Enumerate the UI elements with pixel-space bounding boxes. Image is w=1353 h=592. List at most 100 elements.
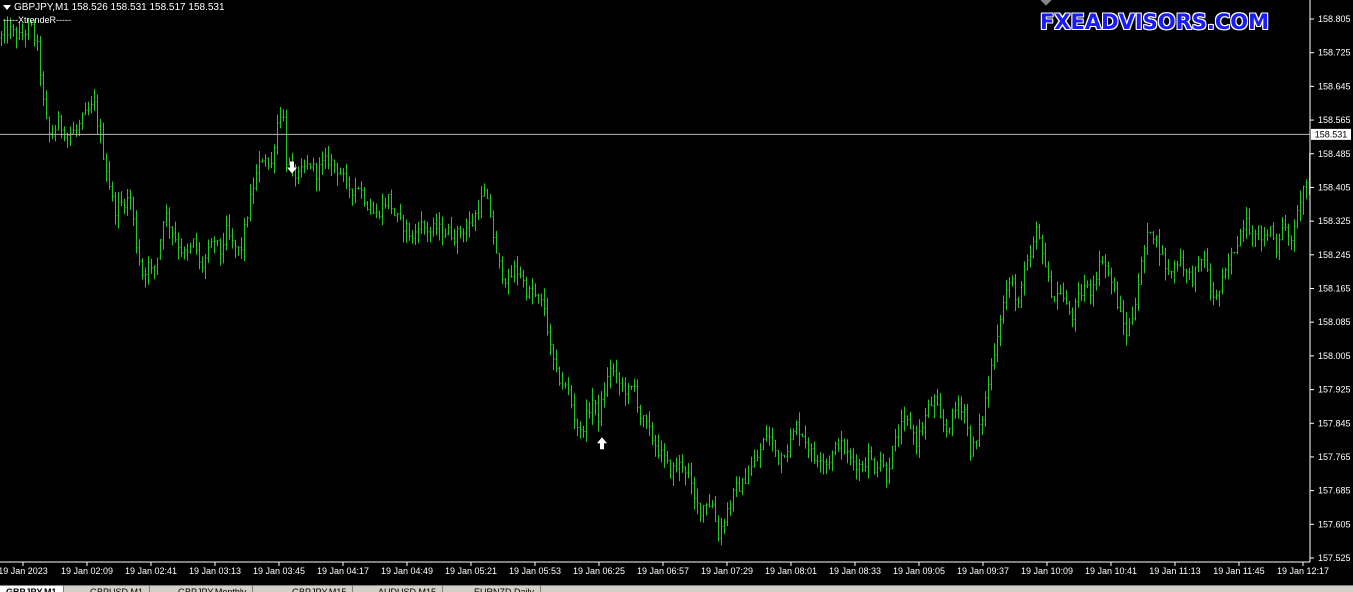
ohlc-bar xyxy=(1230,247,1233,275)
time-tick-label: 19 Jan 02:41 xyxy=(125,566,177,576)
ohlc-bar xyxy=(441,216,444,246)
chart-menu-triangle-icon[interactable] xyxy=(3,4,11,10)
ohlc-bar xyxy=(78,119,81,137)
ohlc-bar xyxy=(603,382,606,408)
ohlc-bar xyxy=(645,414,648,430)
ohlc-bar xyxy=(822,453,825,475)
ohlc-bar xyxy=(867,443,870,479)
ohlc-bar xyxy=(1092,275,1095,307)
price-tick-label: 158.725 xyxy=(1318,48,1351,58)
ohlc-bar xyxy=(855,454,858,480)
ohlc-bar xyxy=(690,462,693,495)
chart-tab[interactable]: AUDUSD,M15 xyxy=(372,586,444,592)
ohlc-bar xyxy=(60,114,63,139)
ohlc-bar xyxy=(123,198,126,215)
ohlc-bar xyxy=(1089,279,1092,305)
ohlc-bar xyxy=(207,239,210,263)
ohlc-bar xyxy=(1152,231,1155,245)
ohlc-bar xyxy=(369,198,372,215)
ohlc-bar xyxy=(1068,300,1071,315)
ohlc-bar xyxy=(588,402,591,419)
ohlc-bar xyxy=(1050,270,1053,298)
ohlc-bar xyxy=(786,444,789,463)
ohlc-bar xyxy=(1212,281,1215,306)
ohlc-bar xyxy=(1146,222,1149,256)
ohlc-bar xyxy=(186,243,189,261)
ohlc-bar xyxy=(300,158,303,178)
ohlc-bar xyxy=(492,210,495,245)
chart-tab[interactable]: GBPJPY,M15 xyxy=(286,586,354,592)
ohlc-bar xyxy=(81,112,84,131)
ohlc-bar xyxy=(198,242,201,270)
ohlc-bar xyxy=(1047,261,1050,282)
ohlc-bar xyxy=(1131,306,1134,326)
ohlc-bar xyxy=(573,393,576,430)
ohlc-bar xyxy=(381,193,384,226)
chart-tab[interactable]: GBPUSD,M1 xyxy=(84,586,151,592)
ohlc-bar xyxy=(1179,248,1182,267)
ohlc-bar xyxy=(456,226,459,255)
chart-tab[interactable]: GBPJPY,Monthly xyxy=(172,586,254,592)
ohlc-bar xyxy=(1275,233,1278,259)
chart-tab[interactable]: EURNZD,Daily xyxy=(468,586,542,592)
ohlc-bar xyxy=(717,515,720,542)
ohlc-bar xyxy=(1065,289,1068,305)
ohlc-bar xyxy=(594,399,597,416)
chart-tab[interactable]: GBPJPY,M1 xyxy=(0,586,64,592)
ohlc-bar xyxy=(1035,221,1038,250)
ohlc-bar xyxy=(1281,217,1284,241)
ohlc-bar xyxy=(72,121,75,134)
ohlc-bar xyxy=(1005,279,1008,311)
ohlc-bar xyxy=(921,421,924,436)
ohlc-bar xyxy=(1128,317,1131,337)
ohlc-bar xyxy=(159,238,162,260)
ohlc-bar xyxy=(90,95,93,114)
ohlc-bar xyxy=(1083,274,1086,302)
ohlc-bar xyxy=(873,457,876,475)
ohlc-bar xyxy=(1164,247,1167,281)
ohlc-bar xyxy=(483,183,486,197)
ohlc-bar xyxy=(636,379,639,413)
ohlc-bar xyxy=(864,457,867,472)
price-chart[interactable]: 158.805 158.725 158.645 158.565 158.485 158.4… xyxy=(0,0,1353,585)
ohlc-bar xyxy=(84,102,87,116)
ohlc-bar xyxy=(1293,219,1296,252)
ohlc-bar xyxy=(417,222,420,244)
ohlc-bar xyxy=(1104,253,1107,279)
ohlc-bar xyxy=(366,200,369,211)
ohlc-bar xyxy=(0,31,3,46)
ohlc-bar xyxy=(150,258,153,274)
ohlc-bar xyxy=(669,459,672,479)
ohlc-bar xyxy=(468,211,471,238)
ohlc-bar xyxy=(783,454,786,458)
ohlc-bar xyxy=(1038,224,1041,240)
ohlc-bar xyxy=(1182,250,1185,277)
ohlc-bar xyxy=(222,232,225,264)
price-tick-label: 157.685 xyxy=(1318,486,1351,496)
ohlc-bar xyxy=(66,132,69,149)
ohlc-bar xyxy=(744,467,747,485)
ohlc-bar xyxy=(765,425,768,442)
time-tick-label: 19 Jan 04:17 xyxy=(317,566,369,576)
ohlc-bar xyxy=(597,394,600,432)
ohlc-bar xyxy=(132,196,135,227)
ohlc-bar xyxy=(315,162,318,192)
ohlc-bar xyxy=(963,404,966,424)
ohlc-bar xyxy=(882,453,885,468)
ohlc-bar xyxy=(243,217,246,261)
price-tick-label: 157.525 xyxy=(1318,553,1351,563)
ohlc-bar xyxy=(558,366,561,386)
ohlc-bar xyxy=(987,376,990,408)
price-tick-label: 158.325 xyxy=(1318,216,1351,226)
ohlc-bar xyxy=(138,239,141,266)
ohlc-bar xyxy=(36,34,39,51)
ohlc-bar xyxy=(228,214,231,240)
ohlc-bar xyxy=(201,256,204,273)
ohlc-bar xyxy=(840,430,843,460)
ohlc-bar xyxy=(825,458,828,475)
ohlc-bar xyxy=(120,191,123,207)
svg-text:158.531: 158.531 xyxy=(1315,129,1348,139)
ohlc-bar xyxy=(372,201,375,215)
ohlc-bar xyxy=(1296,205,1299,229)
ohlc-bar xyxy=(1134,297,1137,321)
